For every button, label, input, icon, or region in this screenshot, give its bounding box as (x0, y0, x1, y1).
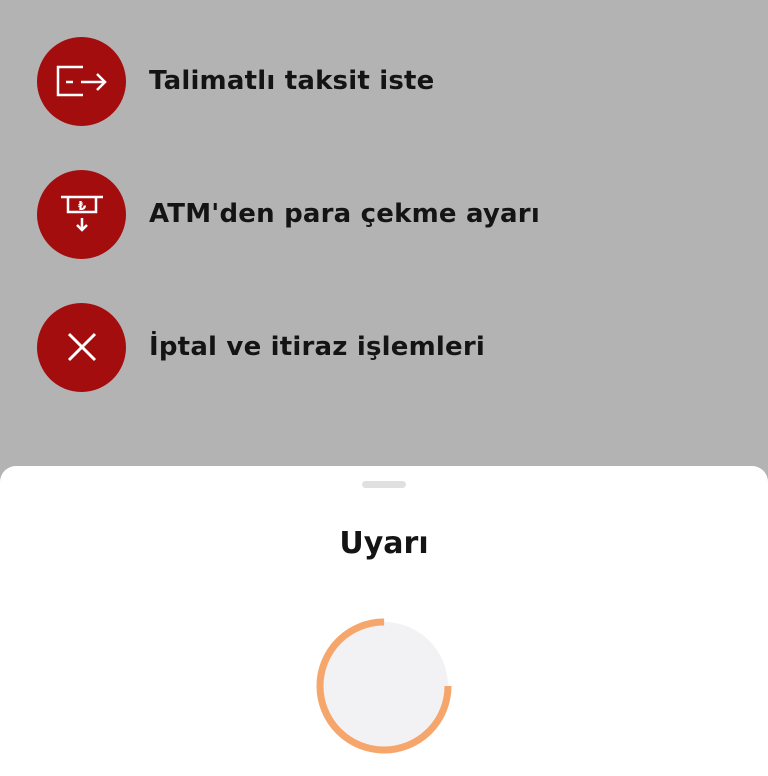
close-x-icon (37, 302, 126, 392)
sheet-title: Uyarı (339, 526, 429, 561)
warning-bottom-sheet: Uyarı (0, 466, 768, 776)
card-arrow-icon (37, 36, 126, 126)
menu-item-label: ATM'den para çekme ayarı (149, 199, 540, 229)
menu-item-atm-withdrawal-settings[interactable]: ₺ ATM'den para çekme ayarı (37, 169, 540, 259)
countdown-timer (316, 618, 452, 754)
menu-item-cancel-and-dispute[interactable]: İptal ve itiraz işlemleri (37, 302, 485, 392)
drag-handle[interactable] (362, 481, 406, 488)
atm-withdraw-icon: ₺ (37, 169, 126, 259)
menu-item-label: İptal ve itiraz işlemleri (149, 332, 485, 362)
svg-text:₺: ₺ (77, 199, 86, 213)
menu-item-label: Talimatlı taksit iste (149, 66, 435, 96)
menu-item-installment-request[interactable]: Talimatlı taksit iste (37, 36, 434, 126)
